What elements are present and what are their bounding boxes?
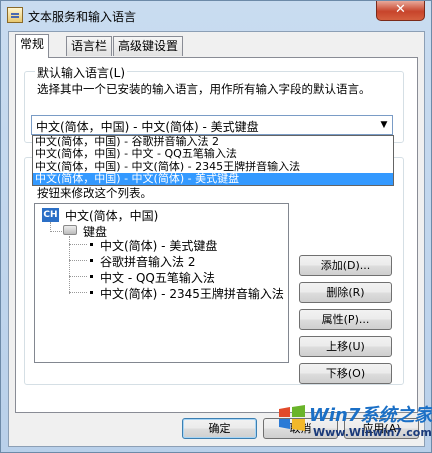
tab-general[interactable]: 常规 [15, 34, 50, 58]
ok-button[interactable]: 确定 [182, 418, 257, 439]
close-button[interactable]: ✕ [376, 1, 425, 21]
watermark-url: Www.Winwin7.com [313, 426, 432, 439]
dropdown-option[interactable]: 中文(简体，中国) - 中文 - QQ五笔输入法 [33, 148, 393, 160]
tree-connector [69, 244, 87, 245]
dropdown-option[interactable]: 中文(简体，中国) - 谷歌拼音输入法 2 [33, 136, 393, 148]
installed-services-tree[interactable]: CH 中文(简体，中国) 键盘 中文(简体) - 美式键盘 谷歌拼音输入法 2 … [34, 203, 289, 363]
move-up-button[interactable]: 上移(U) [299, 336, 392, 357]
text-services-icon [7, 7, 23, 23]
tree-item-us-keyboard[interactable]: 中文(简体) - 美式键盘 [100, 237, 217, 254]
bullet-icon [90, 259, 93, 262]
default-language-selected-value: 中文(简体，中国) - 中文(简体) - 美式键盘 [36, 120, 259, 134]
chevron-down-icon[interactable]: ▼ [376, 116, 392, 134]
tree-connector [50, 231, 62, 232]
default-language-dropdown-list[interactable]: 中文(简体，中国) - 谷歌拼音输入法 2 中文(简体，中国) - 中文 - Q… [32, 135, 394, 186]
tree-node-language[interactable]: 中文(简体，中国) [65, 207, 158, 224]
bullet-icon [90, 291, 93, 294]
title-bar[interactable]: 文本服务和输入语言 ✕ [1, 1, 431, 31]
default-language-select[interactable]: 中文(简体，中国) - 中文(简体) - 美式键盘 ▼ [31, 115, 393, 135]
add-button[interactable]: 添加(D)... [299, 255, 392, 276]
installed-services-instruction: 按钮来修改这个列表。 [37, 186, 152, 200]
dropdown-option-selected[interactable]: 中文(简体，中国) - 中文(简体) - 美式键盘 [33, 172, 393, 185]
tree-connector [69, 260, 87, 261]
tree-connector [69, 276, 87, 277]
window-title: 文本服务和输入语言 [28, 10, 137, 24]
tree-item-qq-wubi[interactable]: 中文 - QQ五笔输入法 [100, 269, 215, 286]
language-ch-icon: CH [42, 208, 59, 222]
remove-button[interactable]: 删除(R) [299, 282, 392, 303]
tree-connector [69, 292, 87, 293]
move-down-button[interactable]: 下移(O) [299, 363, 392, 384]
default-language-group-label: 默认输入语言(L) [35, 64, 128, 81]
tab-language-bar[interactable]: 语言栏 [66, 36, 113, 56]
default-language-description: 选择其中一个已安装的输入语言，用作所有输入字段的默认语言。 [37, 82, 371, 96]
dropdown-option[interactable]: 中文(简体，中国) - 中文(简体) - 2345王牌拼音输入法 [33, 161, 393, 173]
site-watermark: Win7系统之家 Www.Winwin7.com [277, 401, 432, 447]
bullet-icon [90, 243, 93, 246]
windows-logo-icon [279, 405, 305, 431]
properties-button[interactable]: 属性(P)... [299, 309, 392, 330]
tree-item-2345-pinyin[interactable]: 中文(简体) - 2345王牌拼音输入法 [100, 285, 284, 302]
tab-advanced-key-settings[interactable]: 高级键设置 [113, 36, 184, 56]
tree-item-google-pinyin[interactable]: 谷歌拼音输入法 2 [100, 253, 195, 270]
bullet-icon [90, 275, 93, 278]
keyboard-icon [63, 225, 77, 235]
dialog-window: 文本服务和输入语言 ✕ 常规 语言栏 高级键设置 默认输入语言(L) 选择其中一… [0, 0, 432, 453]
watermark-title: Win7系统之家 [309, 405, 432, 426]
